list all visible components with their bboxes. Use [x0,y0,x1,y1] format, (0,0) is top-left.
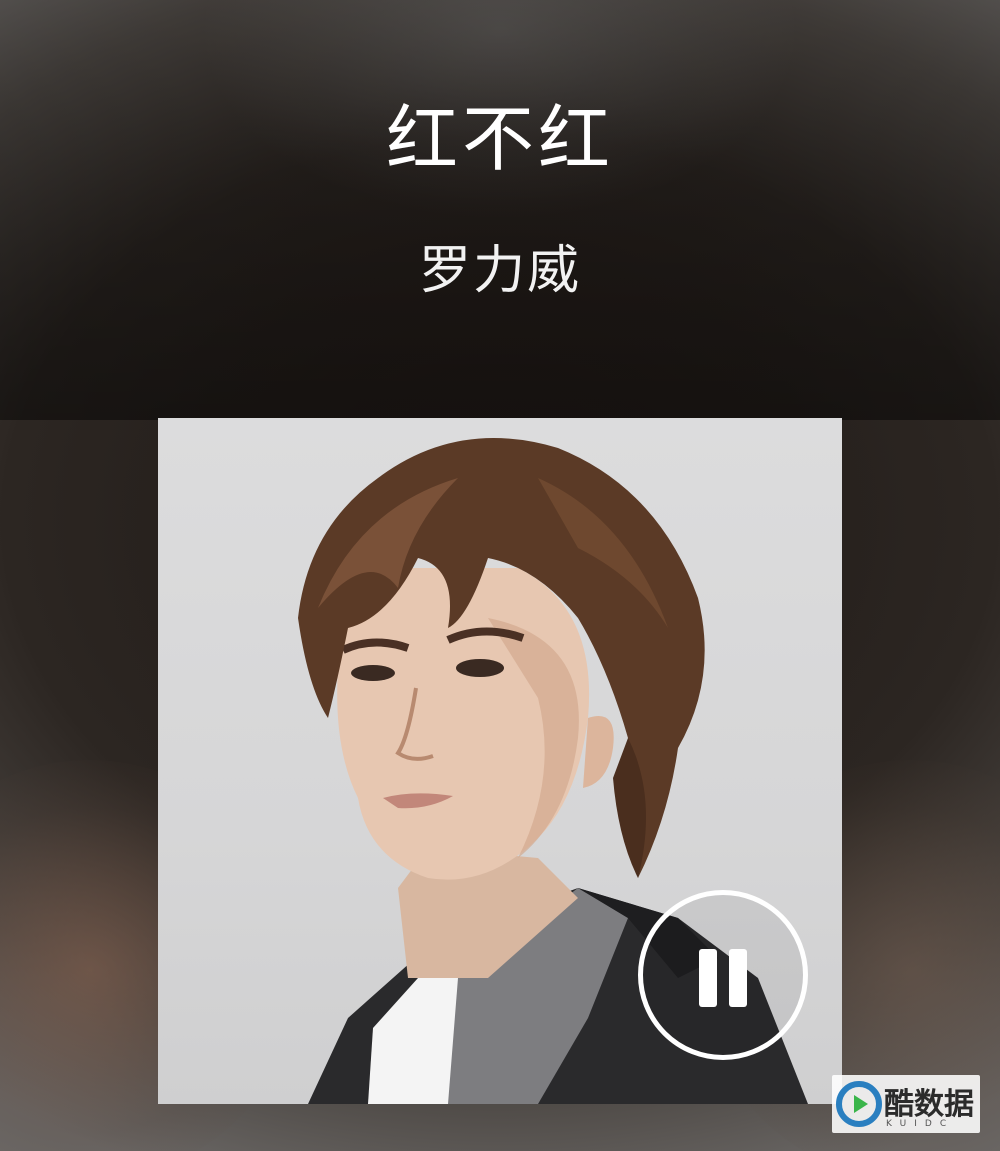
watermark-subtext: KUIDC [886,1119,955,1129]
kuidc-logo-icon [836,1081,882,1127]
watermark: 酷数据 KUIDC [832,1075,980,1133]
pause-button[interactable] [638,890,808,1060]
song-title: 红不红 [385,97,614,181]
artist-name: 罗力威 [418,241,581,301]
watermark-text: 酷数据 [884,1087,974,1122]
pause-icon [699,949,717,1007]
